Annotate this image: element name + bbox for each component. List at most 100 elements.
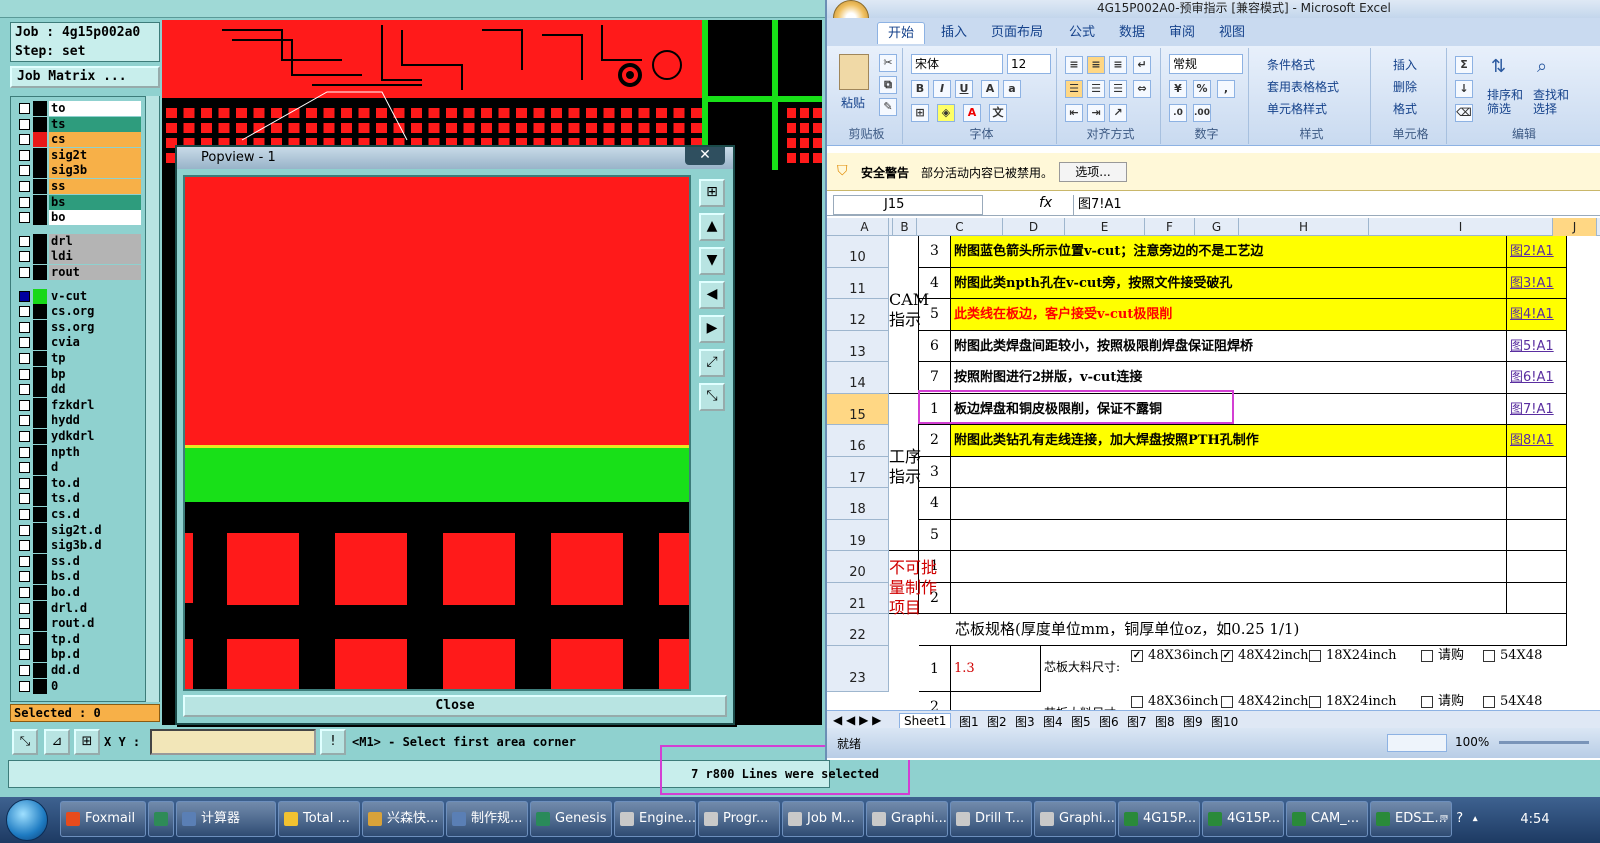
layer-checkbox[interactable]: [19, 384, 30, 396]
layer-name[interactable]: ss: [49, 179, 141, 194]
taskbar-item[interactable]: [148, 801, 174, 837]
pan-down-icon[interactable]: ▼: [699, 247, 725, 275]
layer-name[interactable]: ldi: [49, 249, 141, 265]
layer-color-swatch[interactable]: [33, 569, 47, 585]
layer-color-swatch[interactable]: [33, 429, 47, 444]
format-painter-icon[interactable]: ✎: [879, 98, 897, 116]
layer-row[interactable]: bs: [15, 194, 141, 210]
bold-icon[interactable]: B: [911, 80, 929, 98]
column-header[interactable]: B: [893, 218, 917, 236]
number-format-select[interactable]: 常规: [1169, 54, 1243, 74]
layer-color-swatch[interactable]: [33, 585, 47, 600]
size-checkbox[interactable]: [1483, 649, 1495, 662]
layer-row[interactable]: ts: [15, 116, 141, 132]
popview-close-icon[interactable]: ✕: [685, 147, 725, 165]
layer-color-swatch[interactable]: [33, 553, 47, 569]
cell-b[interactable]: 2: [919, 425, 951, 457]
layer-color-swatch[interactable]: [33, 163, 47, 179]
size-checkbox[interactable]: ✓: [1131, 649, 1143, 662]
layer-row[interactable]: ss: [15, 179, 141, 194]
layer-row[interactable]: v-cut: [15, 288, 141, 304]
layer-color-swatch[interactable]: [33, 647, 47, 663]
cell-b[interactable]: 5: [919, 519, 951, 551]
layer-color-swatch[interactable]: [33, 522, 47, 538]
layer-name[interactable]: 0: [49, 678, 141, 694]
column-header[interactable]: H: [1239, 218, 1369, 236]
size-checkbox[interactable]: [1483, 695, 1495, 708]
paste-icon[interactable]: [839, 54, 869, 90]
layer-row[interactable]: ss.d: [15, 553, 141, 569]
shrink-font-icon[interactable]: a: [1003, 80, 1021, 98]
layer-color-swatch[interactable]: [33, 304, 47, 320]
layer-name[interactable]: tp.d: [49, 631, 141, 647]
layer-checkbox[interactable]: [19, 118, 30, 130]
cell-link[interactable]: 图7!A1: [1507, 393, 1567, 425]
cell-b[interactable]: 6: [919, 330, 951, 362]
row-header[interactable]: 22: [827, 614, 889, 646]
layer-name[interactable]: sig2t: [49, 147, 141, 163]
font-color-icon[interactable]: A: [963, 104, 981, 122]
zoom-slider[interactable]: [1499, 741, 1589, 744]
layer-row[interactable]: to: [15, 101, 141, 116]
layer-color-swatch[interactable]: [33, 351, 47, 366]
row-header[interactable]: 14: [827, 362, 889, 394]
layer-color-swatch[interactable]: [33, 413, 47, 429]
cell-style-button[interactable]: 单元格样式: [1267, 100, 1327, 117]
taskbar-item[interactable]: 4G15P...: [1118, 801, 1200, 837]
layer-checkbox[interactable]: [19, 196, 30, 208]
layer-name[interactable]: tp: [49, 351, 141, 366]
layer-checkbox[interactable]: [19, 353, 30, 364]
layer-checkbox[interactable]: [19, 493, 30, 505]
layer-row[interactable]: fzkdrl: [15, 397, 141, 413]
layer-row[interactable]: bp: [15, 366, 141, 382]
layer-name[interactable]: bs: [49, 194, 141, 210]
layer-row[interactable]: bp.d: [15, 647, 141, 663]
layer-checkbox[interactable]: [19, 212, 30, 224]
delete-cells-button[interactable]: 删除: [1393, 78, 1417, 95]
layer-name[interactable]: to: [49, 101, 141, 116]
layer-name[interactable]: ts.d: [49, 491, 141, 507]
layer-name[interactable]: d: [49, 460, 141, 476]
layer-checkbox[interactable]: [19, 477, 30, 489]
cell-b[interactable]: 7: [919, 362, 951, 394]
layer-checkbox[interactable]: [19, 509, 30, 520]
layer-name[interactable]: rout.d: [49, 616, 141, 632]
layer-name[interactable]: fzkdrl: [49, 397, 141, 413]
row-header[interactable]: 17: [827, 456, 889, 488]
align-middle-icon[interactable]: ≡: [1087, 56, 1105, 74]
layer-row[interactable]: cs.d: [15, 507, 141, 522]
layer-name[interactable]: cs: [49, 132, 141, 148]
cell-link[interactable]: [1507, 456, 1567, 488]
column-header[interactable]: D: [1003, 218, 1065, 236]
sheet-nav-icon[interactable]: ◀ ◀ ▶ ▶: [833, 713, 881, 727]
layer-name[interactable]: rout: [49, 265, 141, 280]
measure-icon[interactable]: ⊿: [44, 729, 70, 755]
layer-row[interactable]: tp.d: [15, 631, 141, 647]
spec-header[interactable]: 芯板规格(厚度单位mm，铜厚单位oz，如0.25 1/1): [919, 614, 1567, 646]
cell-link[interactable]: [1507, 519, 1567, 551]
layer-row[interactable]: ss.org: [15, 319, 141, 335]
core-thickness[interactable]: 1.3: [951, 645, 1041, 692]
indent-increase-icon[interactable]: ⇥: [1087, 104, 1105, 122]
cell-link[interactable]: [1507, 488, 1567, 520]
row-header[interactable]: 11: [827, 267, 889, 299]
size-checkbox[interactable]: [1221, 695, 1233, 708]
merge-icon[interactable]: ⇔: [1133, 80, 1151, 98]
insert-cells-button[interactable]: 插入: [1393, 56, 1417, 73]
size-checkbox[interactable]: [1131, 695, 1143, 708]
layer-color-swatch[interactable]: [33, 600, 47, 616]
layer-name[interactable]: hydd: [49, 413, 141, 429]
format-cells-button[interactable]: 格式: [1393, 100, 1417, 117]
find-select-icon[interactable]: ⌕: [1537, 56, 1563, 82]
layer-checkbox[interactable]: [19, 618, 30, 630]
layer-checkbox[interactable]: [19, 235, 30, 247]
layer-checkbox[interactable]: [19, 165, 30, 177]
layer-color-swatch[interactable]: [33, 147, 47, 163]
layer-row[interactable]: drl: [15, 233, 141, 249]
layer-checkbox[interactable]: [19, 415, 30, 427]
sort-filter-icon[interactable]: ⇅: [1491, 56, 1517, 82]
layer-row[interactable]: cs.org: [15, 304, 141, 320]
cell-text[interactable]: 附图此类焊盘间距较小，按照极限削焊盘保证阻焊桥: [951, 330, 1507, 362]
cell-b[interactable]: 2: [919, 691, 951, 710]
taskbar-item[interactable]: 4G15P...: [1202, 801, 1284, 837]
